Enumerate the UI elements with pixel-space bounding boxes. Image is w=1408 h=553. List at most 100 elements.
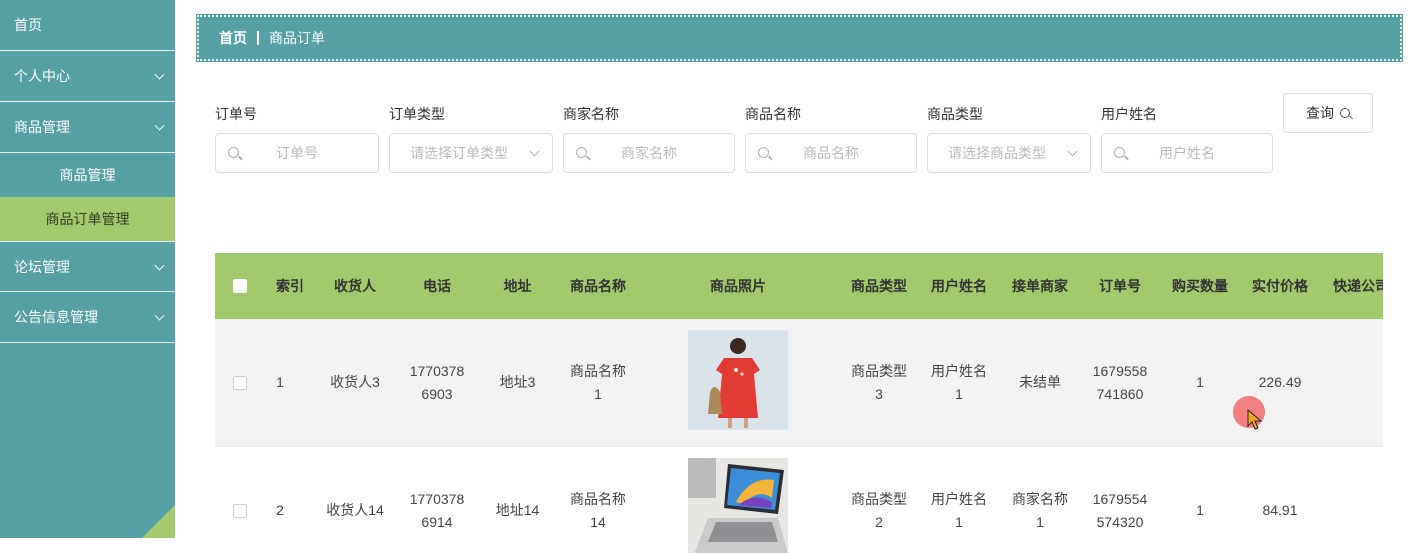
row-checkbox[interactable] (233, 503, 247, 518)
phone-line: 6903 (421, 385, 453, 402)
product-name-input[interactable]: 商品名称 (745, 133, 917, 173)
search-icon (1340, 108, 1350, 118)
sidebar-item-label: 公告信息管理 (14, 309, 98, 325)
row-checkbox[interactable] (233, 375, 247, 390)
sidebar-item-personal-center[interactable]: 个人中心 (0, 51, 175, 102)
sidebar-item-label: 商品管理 (59, 167, 116, 183)
order-number-line: 1679554 (1092, 490, 1148, 507)
product-type-cell: 商品类型 3 (839, 319, 919, 446)
column-header[interactable]: 商品名称 (558, 253, 638, 319)
column-header[interactable]: 购买数量 (1160, 253, 1240, 319)
column-header[interactable]: 电话 (397, 253, 477, 319)
row-select-cell (225, 447, 255, 553)
order-number-cell: 1679558 741860 (1080, 319, 1160, 446)
merchant-name-label: 商家名称 (563, 106, 619, 122)
phone-cell: 1770378 6914 (397, 447, 477, 553)
price-cell: 84.91 (1262, 502, 1298, 518)
row-select-cell (225, 319, 255, 446)
order-number-line: 574320 (1096, 513, 1144, 530)
product-type-line: 商品类型 (851, 490, 907, 507)
column-header[interactable]: 索引 (265, 253, 315, 319)
column-header[interactable]: 商品类型 (839, 253, 919, 319)
sidebar-item-announcements[interactable]: 公告信息管理 (0, 292, 175, 343)
quantity-cell: 1 (1196, 374, 1204, 390)
user-name-line: 用户姓名 (931, 362, 987, 379)
merchant-line: 1 (1036, 513, 1044, 530)
sidebar: 首页 个人中心 商品管理 商品管理 商品订单管理 论坛管理 公告信息管理 (0, 0, 175, 538)
product-type-cell: 商品类型 2 (839, 447, 919, 553)
sidebar-item-label: 个人中心 (14, 68, 70, 84)
select-all-checkbox[interactable] (233, 279, 247, 293)
column-header[interactable]: 实付价格 (1240, 253, 1320, 319)
product-photo-red-dress (688, 330, 788, 430)
product-name-line: 商品名称 (570, 362, 626, 379)
user-name-cell: 用户姓名 1 (919, 319, 999, 446)
product-type-line: 3 (875, 385, 883, 402)
sidebar-item-label: 首页 (14, 17, 42, 33)
column-header[interactable]: 地址 (485, 253, 550, 319)
sidebar-item-label: 论坛管理 (14, 258, 70, 275)
merchant-line: 未结单 (1019, 374, 1061, 390)
chevron-down-icon (154, 310, 165, 321)
product-photo-laptop (688, 458, 788, 553)
user-name-line: 用户姓名 (931, 490, 987, 507)
sidebar-subitem-product-orders[interactable]: 商品订单管理 (0, 197, 175, 241)
product-name-cell: 商品名称 1 (558, 319, 638, 446)
order-number-input[interactable]: 订单号 (215, 133, 379, 173)
order-type-select[interactable]: 请选择订单类型 (389, 133, 553, 173)
product-name-placeholder: 商品名称 (803, 145, 859, 161)
sidebar-item-label: 商品管理 (14, 119, 70, 135)
address-cell: 地址14 (495, 502, 540, 518)
order-type-placeholder: 请选择订单类型 (410, 145, 508, 161)
product-type-line: 2 (875, 513, 883, 530)
order-number-line: 1679558 (1092, 362, 1148, 379)
order-number-label: 订单号 (215, 106, 257, 122)
column-header[interactable]: 商品照片 (688, 253, 788, 319)
chevron-down-icon (154, 120, 165, 131)
chevron-down-icon (529, 146, 540, 157)
quantity-cell: 1 (1196, 502, 1204, 518)
user-name-line: 1 (955, 513, 963, 530)
column-header[interactable]: 接单商家 (1000, 253, 1080, 319)
index-cell: 2 (276, 502, 284, 518)
sidebar-item-product-management[interactable]: 商品管理 (0, 102, 175, 153)
phone-line: 1770378 (409, 490, 465, 507)
column-header[interactable]: 收货人 (320, 253, 390, 319)
merchant-cell: 未结单 (1000, 319, 1080, 446)
product-name-cell: 商品名称 14 (558, 447, 638, 553)
product-type-select[interactable]: 请选择商品类型 (927, 133, 1091, 173)
chevron-down-icon (1067, 146, 1078, 157)
sidebar-item-forum[interactable]: 论坛管理 (0, 241, 175, 292)
column-header[interactable]: 快递公司 (1321, 253, 1383, 319)
sidebar-item-home[interactable]: 首页 (0, 0, 175, 51)
product-name-label: 商品名称 (745, 106, 801, 122)
chevron-down-icon (154, 260, 165, 271)
chevron-down-icon (154, 69, 165, 80)
user-name-input[interactable]: 用户姓名 (1101, 133, 1273, 173)
mouse-pointer-icon (1247, 409, 1263, 430)
table-row[interactable]: 1 收货人3 1770378 6903 地址3 商品名称 1 商品类型 3 用户… (215, 319, 1383, 446)
table-row[interactable]: 2 收货人14 1770378 6914 地址14 商品名称 14 商品类型 2… (215, 446, 1383, 553)
column-header[interactable]: 订单号 (1080, 253, 1160, 319)
decorative-corner (142, 505, 175, 538)
merchant-name-input[interactable]: 商家名称 (563, 133, 735, 173)
phone-cell: 1770378 6903 (397, 319, 477, 446)
column-header[interactable]: 用户姓名 (919, 253, 999, 319)
index-cell: 1 (276, 374, 284, 390)
address-cell: 地址3 (499, 374, 536, 390)
breadcrumb-separator (257, 31, 259, 45)
merchant-cell: 商家名称 1 (1000, 447, 1080, 553)
order-number-cell: 1679554 574320 (1080, 447, 1160, 553)
user-name-placeholder: 用户姓名 (1159, 145, 1215, 161)
product-type-line: 商品类型 (851, 362, 907, 379)
query-button[interactable]: 查询 (1283, 93, 1373, 133)
product-type-label: 商品类型 (927, 106, 983, 122)
table-header: 索引 收货人 电话 地址 商品名称 商品照片 商品类型 用户姓名 接单商家 订单… (215, 253, 1383, 319)
user-name-label: 用户姓名 (1101, 106, 1157, 122)
sidebar-subitem-products[interactable]: 商品管理 (0, 153, 175, 197)
orders-table: 索引 收货人 电话 地址 商品名称 商品照片 商品类型 用户姓名 接单商家 订单… (215, 253, 1383, 553)
order-type-label: 订单类型 (389, 106, 445, 122)
select-all-cell (225, 253, 255, 319)
breadcrumb-home[interactable]: 首页 (219, 28, 247, 48)
product-type-placeholder: 请选择商品类型 (948, 145, 1046, 161)
